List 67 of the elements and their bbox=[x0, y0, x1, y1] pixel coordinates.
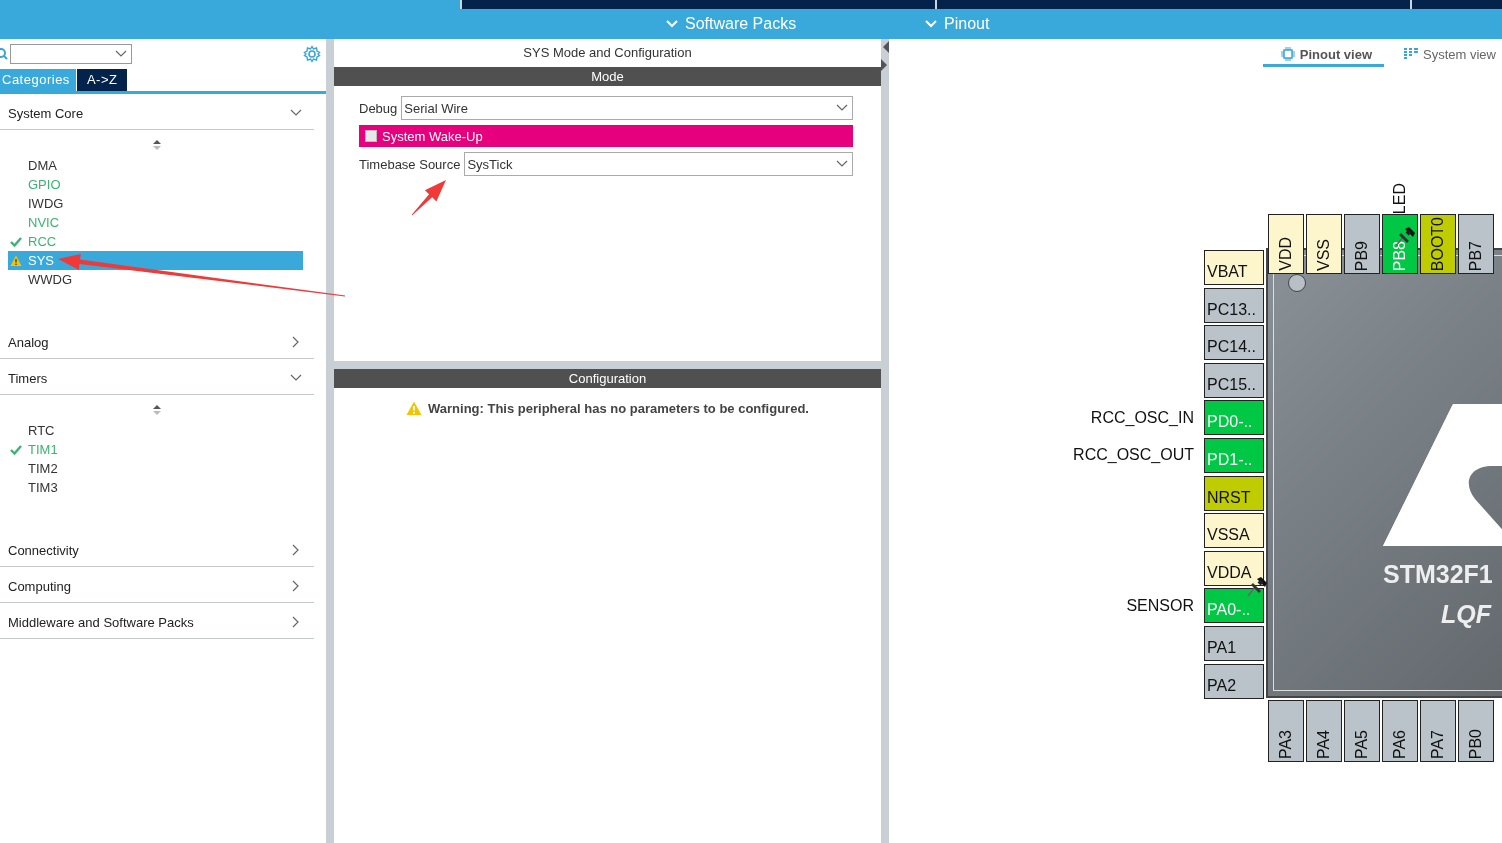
chevron-down-icon bbox=[666, 18, 678, 30]
pin[interactable]: PA7 bbox=[1420, 700, 1456, 762]
pin[interactable]: PC13.. bbox=[1204, 287, 1264, 323]
collapse-icon[interactable] bbox=[881, 41, 889, 71]
panel-title: SYS Mode and Configuration bbox=[522, 44, 693, 62]
pin1-dot bbox=[1288, 274, 1306, 292]
chip-package: LQF bbox=[1441, 600, 1491, 629]
pin[interactable]: PC14.. bbox=[1204, 325, 1264, 361]
dropdown[interactable]: Serial Wire bbox=[401, 96, 853, 120]
sort-icon[interactable] bbox=[153, 140, 161, 150]
category-header[interactable]: Computing bbox=[0, 567, 314, 603]
pin[interactable]: PC15.. bbox=[1204, 362, 1264, 398]
category-header[interactable]: Connectivity bbox=[0, 531, 314, 567]
check-icon bbox=[10, 443, 22, 456]
peripheral-item[interactable]: TIM2 bbox=[8, 459, 303, 478]
field-label: Debug bbox=[359, 100, 398, 116]
peripheral-item[interactable]: WWDG bbox=[8, 270, 303, 289]
pin[interactable]: BOOT0 bbox=[1420, 214, 1456, 274]
pin[interactable]: VDD bbox=[1268, 214, 1304, 274]
pin[interactable]: VBAT bbox=[1204, 250, 1264, 285]
peripheral-item[interactable]: DMA bbox=[8, 156, 303, 175]
view-tab[interactable]: System view bbox=[1404, 44, 1496, 64]
signal-label: RCC_OSC_IN bbox=[1090, 408, 1194, 427]
pin[interactable]: PA2 bbox=[1204, 663, 1264, 699]
pin[interactable]: PA6 bbox=[1382, 700, 1418, 762]
warning-message: Warning: This peripheral has no parameters to be configured. bbox=[428, 401, 809, 416]
category-header[interactable]: System Core bbox=[0, 94, 314, 130]
chip-name: STM32F1 bbox=[1383, 560, 1493, 589]
signal-label: RCC_OSC_OUT bbox=[1073, 446, 1194, 465]
dropdown[interactable]: SysTick bbox=[464, 152, 853, 176]
search-field[interactable] bbox=[10, 44, 132, 64]
section-header: Configuration bbox=[334, 369, 881, 388]
checkbox-row[interactable]: System Wake-Up bbox=[359, 125, 853, 147]
pin[interactable]: PB0 bbox=[1458, 700, 1494, 762]
pin[interactable]: PA1 bbox=[1204, 625, 1264, 661]
warning-icon bbox=[406, 401, 423, 416]
pin[interactable]: VDDA bbox=[1204, 550, 1264, 586]
field-label: Timebase Source bbox=[359, 156, 461, 172]
category-header[interactable]: Analog bbox=[0, 323, 314, 359]
pin[interactable]: NRST bbox=[1204, 475, 1264, 511]
checkbox[interactable] bbox=[365, 130, 377, 142]
pin[interactable]: PB9 bbox=[1344, 214, 1380, 274]
sort-icon[interactable] bbox=[153, 405, 161, 415]
pin[interactable]: VSS bbox=[1306, 214, 1342, 274]
pin[interactable]: PB7 bbox=[1458, 214, 1494, 274]
category-header[interactable]: Middleware and Software Packs bbox=[0, 603, 314, 639]
view-tab[interactable]: A->Z bbox=[76, 69, 128, 91]
settings-icon[interactable] bbox=[303, 45, 321, 63]
pin[interactable]: PA4 bbox=[1306, 700, 1342, 762]
signal-label: SENSOR bbox=[1126, 596, 1194, 615]
annotation-arrow bbox=[411, 180, 446, 216]
section-header: Mode bbox=[334, 67, 881, 86]
pin[interactable]: VSSA bbox=[1204, 513, 1264, 549]
search-icon[interactable] bbox=[0, 48, 8, 60]
peripheral-item[interactable]: IWDG bbox=[8, 194, 303, 213]
warning-icon bbox=[10, 254, 22, 267]
peripheral-item[interactable]: TIM3 bbox=[8, 478, 303, 497]
peripheral-item[interactable]: RTC bbox=[8, 421, 303, 440]
pin[interactable]: PA5 bbox=[1344, 700, 1380, 762]
pin[interactable]: PA3 bbox=[1268, 700, 1304, 762]
list-icon bbox=[1404, 48, 1419, 60]
chip-icon bbox=[1280, 47, 1295, 61]
category-header[interactable]: Timers bbox=[0, 359, 314, 395]
signal-label: LED bbox=[1391, 182, 1409, 214]
check-icon bbox=[10, 235, 22, 248]
chevron-down-icon bbox=[925, 18, 937, 30]
view-tab[interactable]: Pinout view bbox=[1262, 44, 1385, 67]
